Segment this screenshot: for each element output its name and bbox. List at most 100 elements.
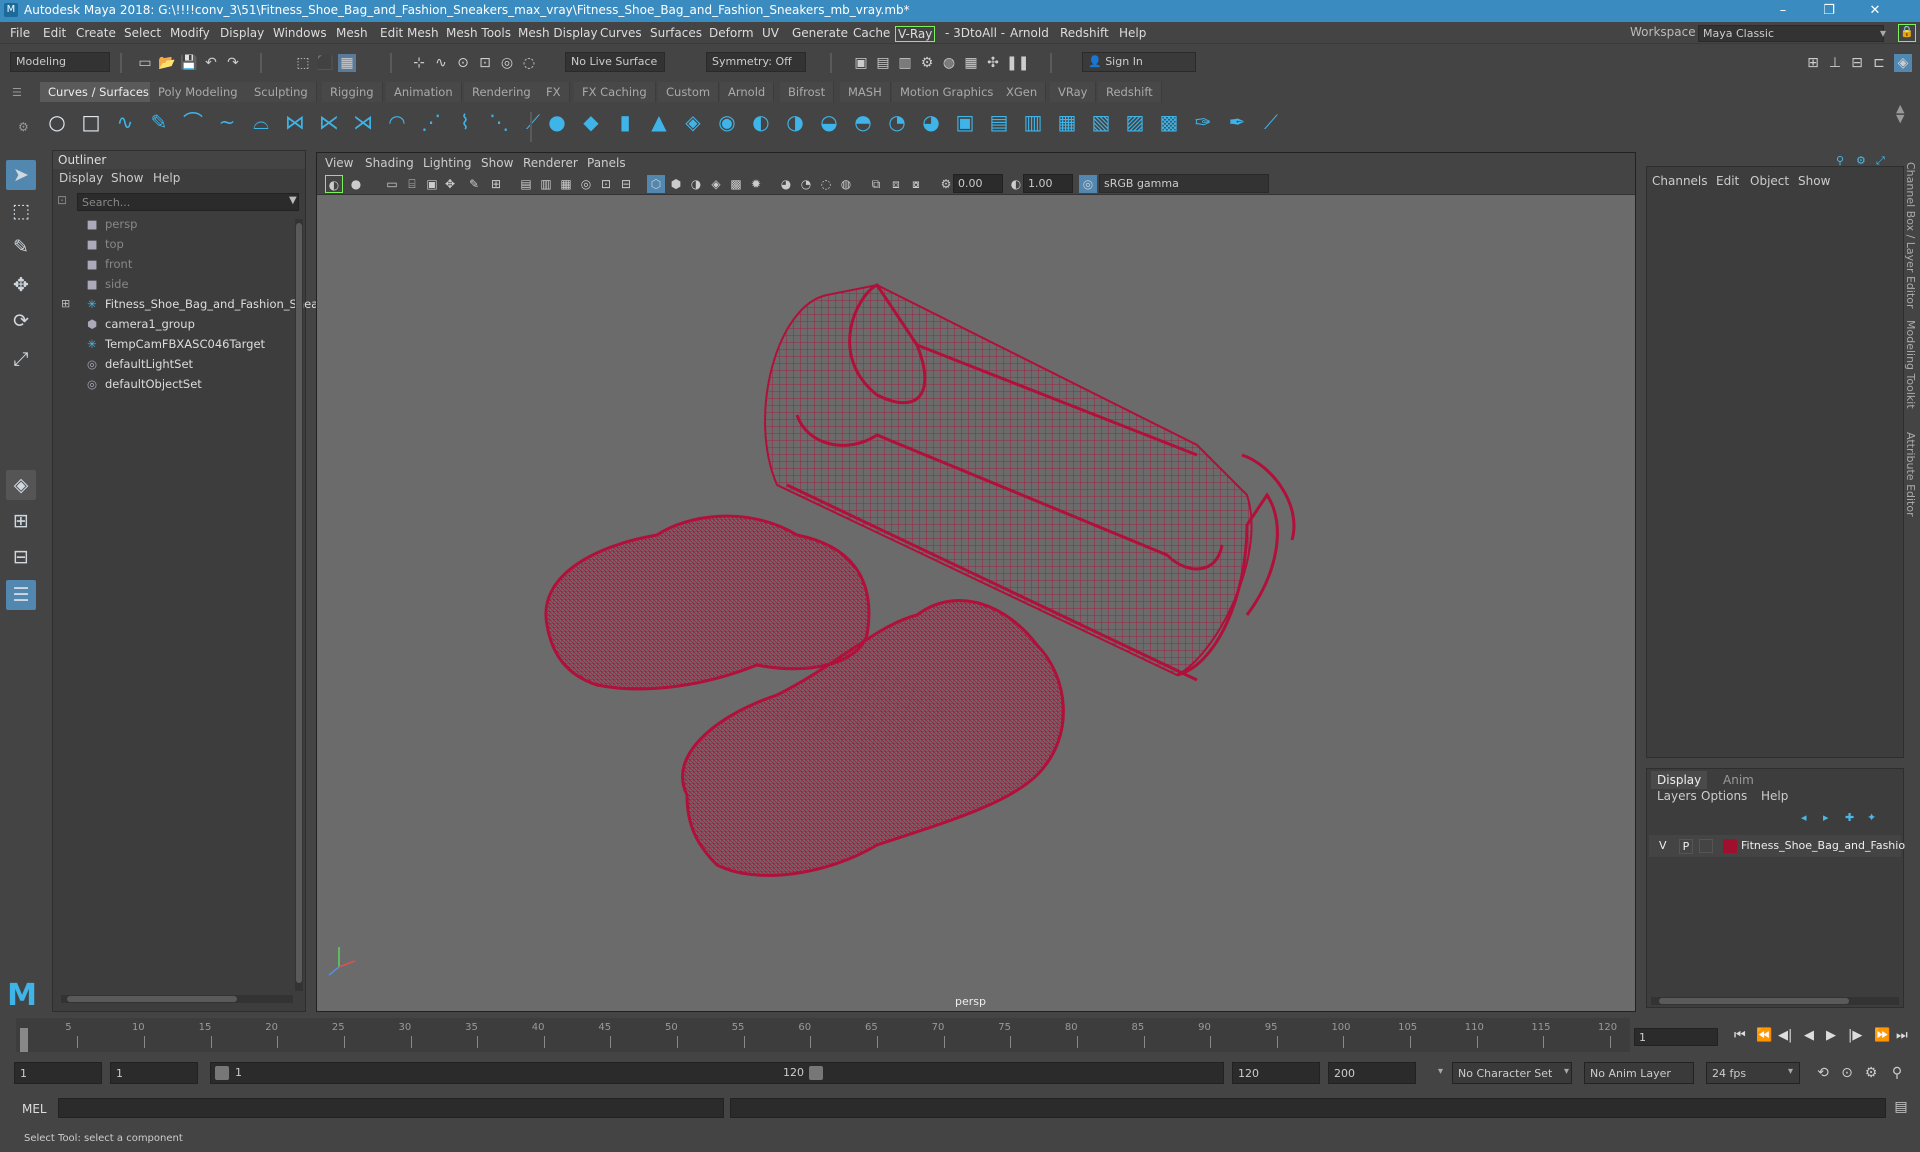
workspace-dropdown[interactable]: Maya Classic — [1698, 25, 1884, 42]
curve-editing-icon[interactable]: ⟋ — [520, 109, 546, 135]
current-time-indicator[interactable] — [20, 1028, 28, 1052]
save-scene-icon[interactable]: 💾 — [180, 54, 198, 72]
chevron-down-icon[interactable]: ▼ — [289, 195, 297, 206]
help-menu[interactable]: Help — [1761, 789, 1788, 803]
nurbs-plane-icon[interactable]: ◈ — [680, 109, 706, 135]
menu-edit[interactable]: Edit — [43, 26, 66, 40]
symmetry-dropdown[interactable]: Symmetry: Off — [706, 52, 806, 72]
motion-blur-icon[interactable]: ◌ — [817, 175, 835, 193]
go-to-start-icon[interactable]: ⏮ — [1734, 1028, 1746, 1043]
tab-vray[interactable]: VRay — [1050, 82, 1097, 102]
rotate-tool-icon[interactable]: ⟳ — [6, 306, 36, 336]
open-scene-icon[interactable]: 📂 — [158, 54, 176, 72]
nurbs-cube-icon[interactable]: ◆ — [578, 109, 604, 135]
channels-menu[interactable]: Channels — [1652, 174, 1708, 188]
lights-icon[interactable]: ✹ — [747, 175, 765, 193]
insert-isoparms-icon[interactable]: ▦ — [1054, 109, 1080, 135]
grease-pencil-icon[interactable]: ✎ — [465, 175, 483, 193]
persp-outliner-layout-icon[interactable]: ⊟ — [6, 542, 36, 572]
extend-curve-icon[interactable]: ◠ — [384, 109, 410, 135]
ambient-occlusion-icon[interactable]: ◔ — [797, 175, 815, 193]
tab-anim-layers[interactable]: Anim — [1717, 771, 1760, 789]
tab-xgen[interactable]: XGen — [998, 82, 1047, 102]
tab-bifrost[interactable]: Bifrost — [780, 82, 835, 102]
fps-dropdown[interactable]: 24 fps — [1706, 1062, 1800, 1084]
menu-file[interactable]: File — [10, 26, 30, 40]
step-back-frame-icon[interactable]: ◀| — [1778, 1028, 1792, 1043]
mel-input[interactable] — [58, 1098, 724, 1118]
new-scene-icon[interactable]: ▭ — [136, 54, 154, 72]
arc-tool-icon[interactable]: ⌓ — [248, 109, 274, 135]
menu-3dtoall[interactable]: - 3DtoAll - — [945, 26, 1005, 40]
layer-visibility-toggle[interactable]: V — [1659, 839, 1667, 852]
live-surface-dropdown[interactable]: No Live Surface — [565, 52, 665, 72]
current-frame-field[interactable]: 1 — [1634, 1028, 1718, 1046]
viewport-menu-lighting[interactable]: Lighting — [423, 156, 472, 170]
tool-settings-icon[interactable]: ⊟ — [1848, 54, 1866, 72]
move-layer-up-icon[interactable]: ◂ — [1801, 811, 1807, 824]
mel-label[interactable]: MEL — [22, 1102, 47, 1116]
new-layer-icon[interactable]: ✚ — [1845, 811, 1854, 824]
chevron-down-icon[interactable]: ▾ — [1880, 26, 1886, 40]
layer-editor-icon[interactable]: ◈ — [1894, 54, 1912, 72]
menu-cache[interactable]: Cache — [853, 26, 890, 40]
move-tool-icon[interactable]: ✥ — [6, 270, 36, 300]
nurbs-torus-icon[interactable]: ◉ — [714, 109, 740, 135]
snap-surface-icon[interactable]: ◎ — [498, 54, 516, 72]
list-item[interactable]: ■ top — [85, 237, 124, 255]
tab-fx[interactable]: FX — [538, 82, 570, 102]
trim-tool-icon[interactable]: ▨ — [1122, 109, 1148, 135]
tab-curves-surfaces[interactable]: Curves / Surfaces — [40, 82, 158, 102]
attach-curves-icon[interactable]: ⋈ — [282, 109, 308, 135]
modeling-toolkit-icon[interactable]: ⊞ — [1804, 54, 1822, 72]
ipr-render-icon[interactable]: ▥ — [896, 54, 914, 72]
gamma-field[interactable]: 1.00 — [1023, 174, 1073, 193]
lock-camera-icon[interactable]: ● — [347, 175, 365, 193]
outliner-hscroll-thumb[interactable] — [67, 996, 237, 1002]
rebuild-surface-icon[interactable]: ⟋ — [1258, 109, 1284, 135]
menu-create[interactable]: Create — [76, 26, 116, 40]
menu-display[interactable]: Display — [220, 26, 264, 40]
list-item[interactable]: ■ front — [85, 257, 133, 275]
range-handle-start[interactable] — [215, 1066, 229, 1080]
tab-fx-caching[interactable]: FX Caching — [574, 82, 656, 102]
nurbs-sphere-icon[interactable]: ● — [544, 109, 570, 135]
viewport-menu-show[interactable]: Show — [481, 156, 513, 170]
loft-icon[interactable]: ◑ — [782, 109, 808, 135]
sign-in-dropdown[interactable]: 👤 Sign In — [1082, 52, 1196, 72]
list-item[interactable]: ✳ Fitness_Shoe_Bag_and_Fashion_Snea — [85, 297, 318, 315]
nurbs-circle-icon[interactable]: ○ — [44, 109, 70, 135]
viewport-menu-panels[interactable]: Panels — [587, 156, 626, 170]
nurbs-cylinder-icon[interactable]: ▮ — [612, 109, 638, 135]
menu-generate[interactable]: Generate — [792, 26, 848, 40]
cv-curve-icon[interactable]: ∿ — [112, 109, 138, 135]
tab-rendering[interactable]: Rendering — [464, 82, 540, 102]
channel-box-icon[interactable]: ⊏ — [1870, 54, 1888, 72]
menu-mesh-display[interactable]: Mesh Display — [518, 26, 598, 40]
menu-mesh[interactable]: Mesh — [336, 26, 368, 40]
rebuild-curve-icon[interactable]: ⌇ — [452, 109, 478, 135]
snap-point-icon[interactable]: ⊙ — [454, 54, 472, 72]
step-forward-key-icon[interactable]: ⏩ — [1874, 1028, 1890, 1043]
anim-layer-dropdown[interactable]: No Anim Layer — [1584, 1062, 1694, 1084]
character-set-dropdown[interactable]: No Character Set — [1452, 1062, 1572, 1084]
textured-icon[interactable]: ▩ — [727, 175, 745, 193]
menu-modify[interactable]: Modify — [170, 26, 210, 40]
menu-mesh-tools[interactable]: Mesh Tools — [446, 26, 511, 40]
undo-icon[interactable]: ↶ — [202, 54, 220, 72]
snap-vertex-icon[interactable]: ◌ — [520, 54, 538, 72]
tab-sculpting[interactable]: Sculpting — [246, 82, 317, 102]
safe-title-icon[interactable]: ⊟ — [617, 175, 635, 193]
expand-icon[interactable]: ⊞ — [61, 297, 70, 310]
side-tab-modeling-toolkit[interactable]: Modeling Toolkit — [1904, 320, 1917, 409]
tab-rigging[interactable]: Rigging — [322, 82, 383, 102]
pencil-curve-icon[interactable]: ~ — [214, 109, 240, 135]
show-menu[interactable]: Show — [1798, 174, 1830, 188]
viewport-menu-view[interactable]: View — [325, 156, 353, 170]
offset-curve-icon[interactable]: ⋰ — [418, 109, 444, 135]
detach-curves-icon[interactable]: ⋉ — [316, 109, 342, 135]
single-perspective-layout-icon[interactable]: ◈ — [6, 470, 36, 500]
render-frame-icon[interactable]: ▤ — [874, 54, 892, 72]
play-forwards-icon[interactable]: ▶ — [1826, 1028, 1836, 1043]
snap-curve-icon[interactable]: ∿ — [432, 54, 450, 72]
